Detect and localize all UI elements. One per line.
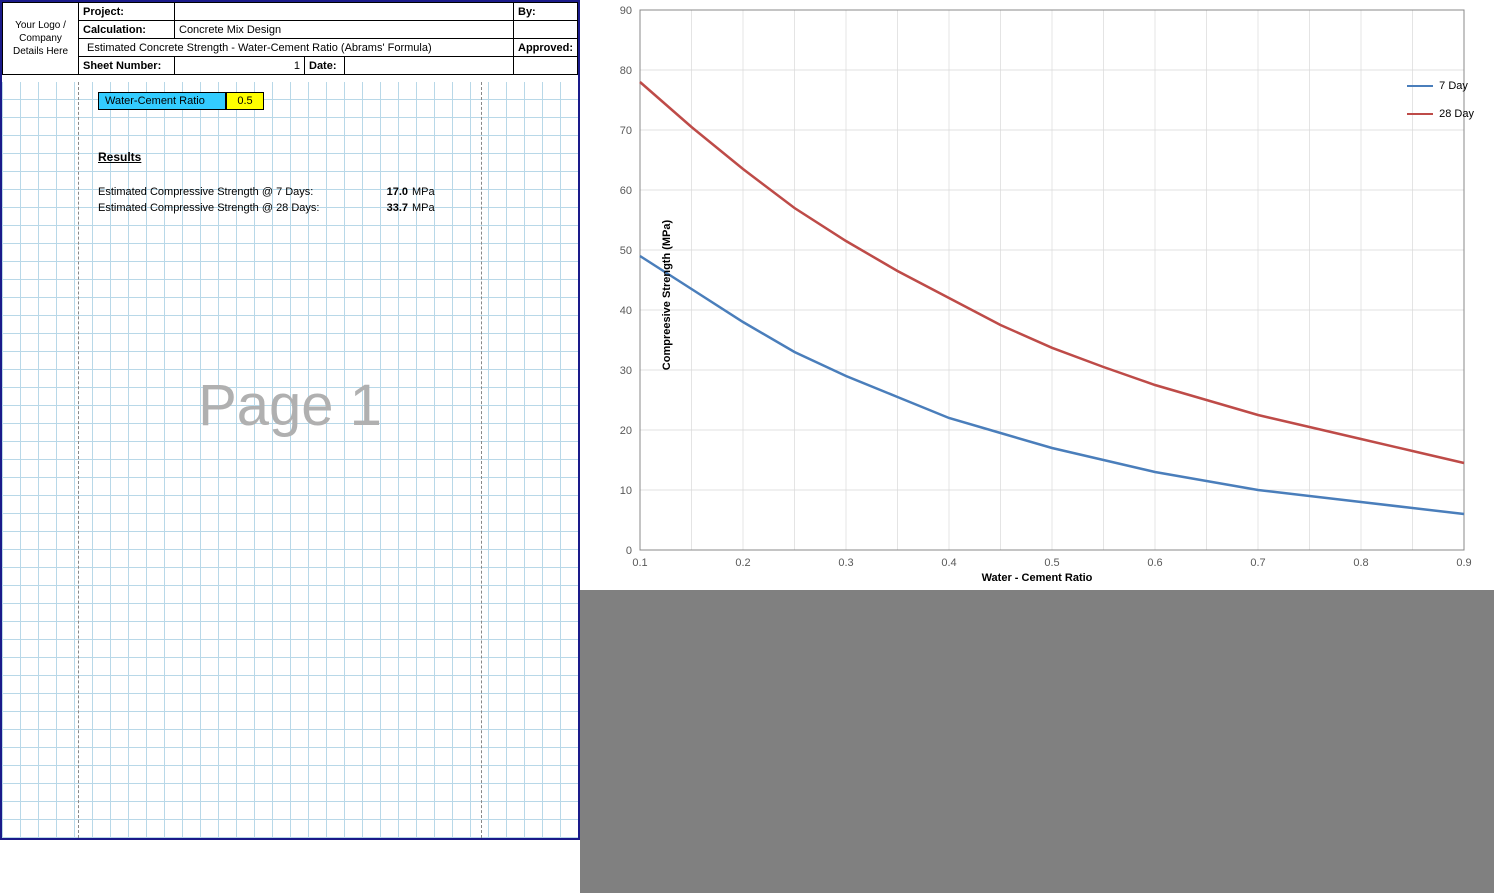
svg-text:0.8: 0.8 bbox=[1353, 557, 1368, 569]
calc-subtitle: Estimated Concrete Strength - Water-Ceme… bbox=[79, 39, 514, 57]
legend-label-28day: 28 Day bbox=[1439, 108, 1474, 120]
svg-text:40: 40 bbox=[620, 305, 632, 317]
svg-text:80: 80 bbox=[620, 65, 632, 77]
legend-item-28day: 28 Day bbox=[1407, 108, 1474, 120]
approved-label: Approved: bbox=[514, 39, 578, 57]
x-axis-label: Water - Cement Ratio bbox=[580, 572, 1494, 584]
y-axis-label: Compreesive Strength (MPa) bbox=[661, 220, 673, 370]
sheet-value[interactable]: 1 bbox=[175, 57, 305, 75]
logo-placeholder: Your Logo / Company Details Here bbox=[3, 3, 79, 75]
by-value[interactable] bbox=[514, 21, 578, 39]
header-table: Your Logo / Company Details Here Project… bbox=[2, 2, 578, 75]
svg-text:0.7: 0.7 bbox=[1250, 557, 1265, 569]
calc-sheet-panel: Your Logo / Company Details Here Project… bbox=[0, 0, 580, 840]
calculation-label: Calculation: bbox=[79, 21, 175, 39]
legend-line-7day bbox=[1407, 85, 1433, 87]
legend-line-28day bbox=[1407, 113, 1433, 115]
svg-text:90: 90 bbox=[620, 5, 632, 17]
svg-text:0.3: 0.3 bbox=[838, 557, 853, 569]
svg-text:0.9: 0.9 bbox=[1456, 557, 1471, 569]
chart-area: 0.1 0.2 0.3 0.4 0.5 0.6 0.7 0.8 0.9 0 10 20 30 40 50 60… bbox=[580, 0, 1494, 590]
svg-text:0.6: 0.6 bbox=[1147, 557, 1162, 569]
legend-label-7day: 7 Day bbox=[1439, 80, 1468, 92]
svg-text:60: 60 bbox=[620, 185, 632, 197]
result-7day-unit: MPa bbox=[412, 186, 435, 198]
wc-ratio-input[interactable]: 0.5 bbox=[226, 92, 264, 110]
svg-text:0.5: 0.5 bbox=[1044, 557, 1059, 569]
svg-text:70: 70 bbox=[620, 125, 632, 137]
result-row-7day: Estimated Compressive Strength @ 7 Days:… bbox=[98, 186, 560, 198]
svg-text:10: 10 bbox=[620, 485, 632, 497]
date-label: Date: bbox=[305, 57, 345, 75]
chart-legend: 7 Day 28 Day bbox=[1407, 80, 1474, 136]
date-value[interactable] bbox=[345, 57, 514, 75]
svg-text:0: 0 bbox=[626, 545, 632, 557]
project-label: Project: bbox=[79, 3, 175, 21]
page-divider-right bbox=[481, 82, 482, 838]
result-28day-unit: MPa bbox=[412, 202, 435, 214]
result-7day-label: Estimated Compressive Strength @ 7 Days: bbox=[98, 186, 368, 198]
svg-text:0.4: 0.4 bbox=[941, 557, 956, 569]
svg-text:0.1: 0.1 bbox=[632, 557, 647, 569]
chart-svg: 0.1 0.2 0.3 0.4 0.5 0.6 0.7 0.8 0.9 0 10 20 30 40 50 60… bbox=[580, 0, 1494, 590]
calculation-value[interactable]: Concrete Mix Design bbox=[175, 21, 514, 39]
chart-panel: 0.1 0.2 0.3 0.4 0.5 0.6 0.7 0.8 0.9 0 10 20 30 40 50 60… bbox=[580, 0, 1494, 893]
project-value[interactable] bbox=[175, 3, 514, 21]
sheet-label: Sheet Number: bbox=[79, 57, 175, 75]
result-28day-label: Estimated Compressive Strength @ 28 Days… bbox=[98, 202, 368, 214]
approved-value[interactable] bbox=[514, 57, 578, 75]
result-row-28day: Estimated Compressive Strength @ 28 Days… bbox=[98, 202, 560, 214]
input-row: Water-Cement Ratio 0.5 bbox=[98, 92, 560, 110]
app-container: Your Logo / Company Details Here Project… bbox=[0, 0, 1494, 893]
legend-item-7day: 7 Day bbox=[1407, 80, 1474, 92]
svg-text:50: 50 bbox=[620, 245, 632, 257]
result-7day-value: 17.0 bbox=[368, 186, 408, 198]
result-28day-value: 33.7 bbox=[368, 202, 408, 214]
content-area: Water-Cement Ratio 0.5 Results Estimated… bbox=[20, 92, 560, 218]
svg-text:0.2: 0.2 bbox=[735, 557, 750, 569]
results-heading: Results bbox=[98, 150, 560, 164]
by-label: By: bbox=[514, 3, 578, 21]
svg-text:30: 30 bbox=[620, 365, 632, 377]
page-divider-left bbox=[78, 82, 79, 838]
svg-text:20: 20 bbox=[620, 425, 632, 437]
wc-ratio-label: Water-Cement Ratio bbox=[98, 92, 226, 110]
